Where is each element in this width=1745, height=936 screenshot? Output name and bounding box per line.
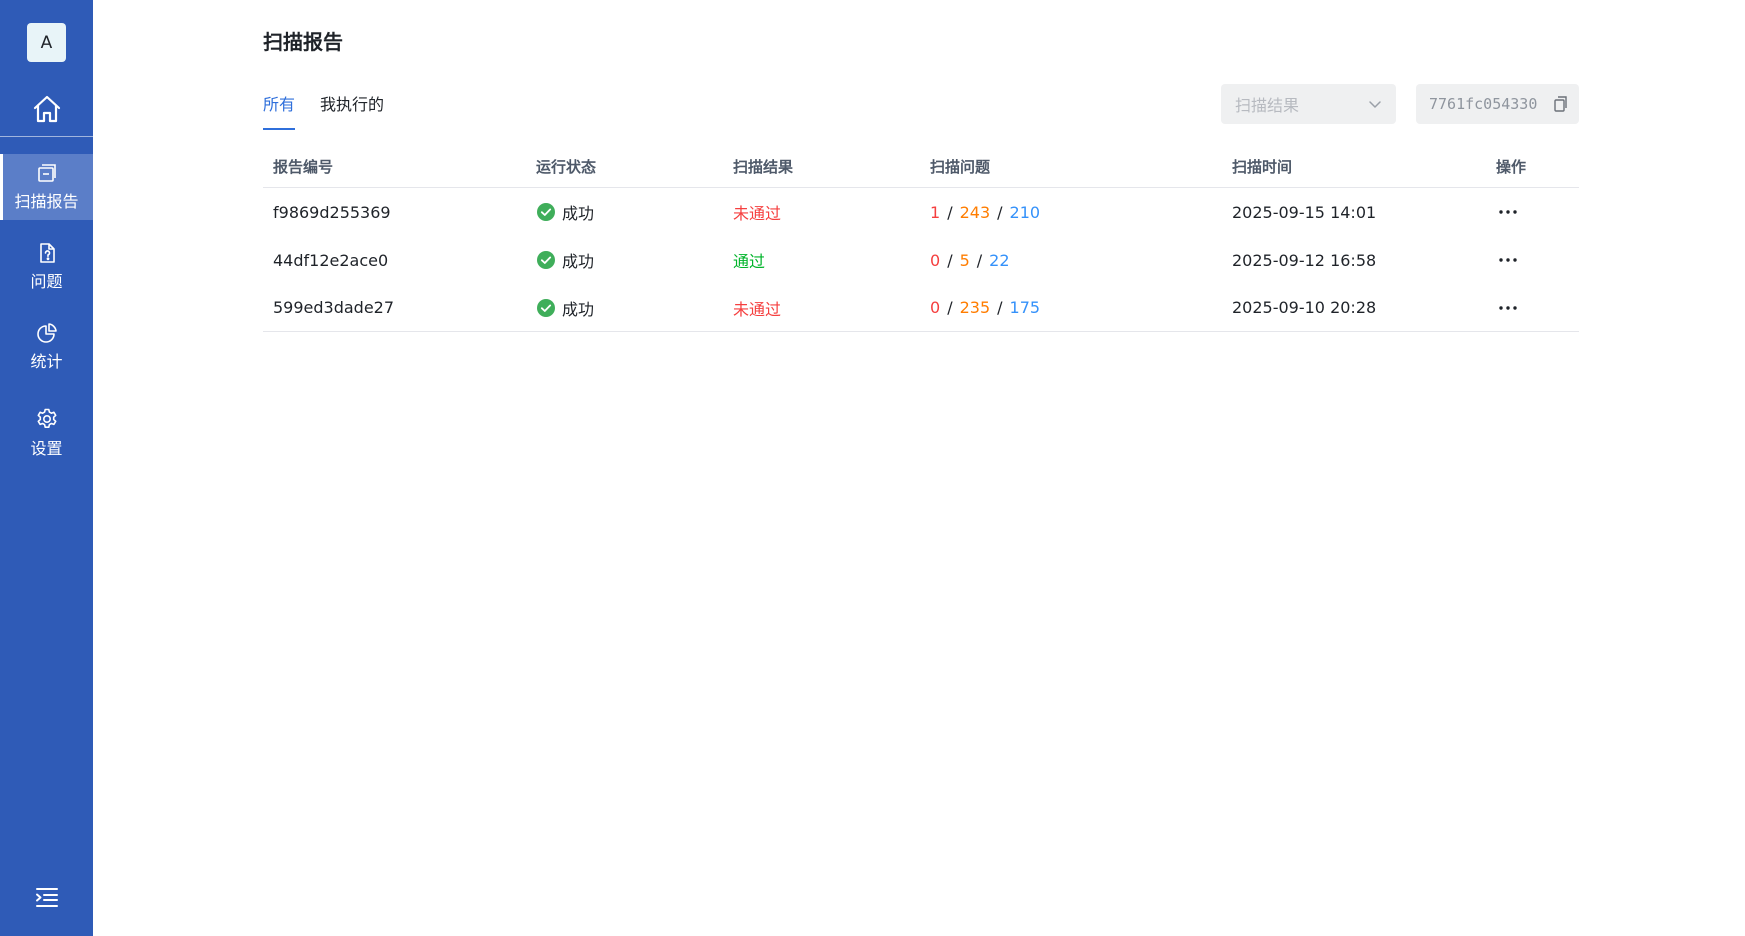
scan-time: 2025-09-15 14:01: [1232, 202, 1377, 222]
home-icon: [33, 95, 60, 123]
menu-indent-icon: [35, 888, 58, 907]
scan-result-fail: 未通过: [733, 299, 782, 319]
issue-count-low: 175: [1009, 298, 1041, 317]
run-status-label: 成功: [562, 299, 595, 319]
row-actions: [1496, 188, 1520, 236]
issue-separator: /: [997, 202, 1003, 222]
scan-time: 2025-09-10 20:28: [1232, 298, 1377, 317]
more-icon[interactable]: [1496, 298, 1520, 318]
check-circle-icon: [536, 298, 556, 318]
run-status: 成功: [536, 284, 594, 331]
report-id[interactable]: f9869d255369: [273, 188, 391, 236]
header-scan-result: 扫描结果: [733, 158, 794, 176]
issue-count-high: 0: [930, 250, 941, 270]
check-circle-icon: [536, 202, 556, 222]
more-icon[interactable]: [1496, 250, 1520, 270]
issue-count-high: 1: [930, 202, 941, 222]
header-scan-issues: 扫描问题: [930, 158, 991, 176]
avatar-letter: A: [40, 32, 53, 53]
sidebar-item-label: 问题: [30, 272, 63, 291]
row-actions: [1496, 236, 1520, 284]
sidebar-item-label: 设置: [30, 439, 63, 458]
table-row[interactable]: f9869d255369 成功 未通过 1 / 243 / 210 2025-09-15…: [263, 188, 1579, 236]
issue-separator: /: [947, 298, 953, 317]
row-actions: [1496, 284, 1520, 331]
scan-time: 2025-09-12 16:58: [1232, 250, 1377, 270]
issue-separator: /: [976, 250, 983, 270]
run-status: 成功: [536, 236, 594, 284]
issue-separator: /: [997, 298, 1003, 317]
sidebar-divider: [0, 136, 93, 137]
tab-bar: 所有 我执行的: [263, 92, 384, 130]
sidebar-item-scan-report[interactable]: 扫描报告: [0, 154, 93, 220]
home-button[interactable]: [0, 88, 93, 130]
header-operations: 操作: [1496, 158, 1527, 176]
commit-hash-field[interactable]: 7761fc054330: [1416, 84, 1579, 124]
issue-count-mid: 235: [959, 298, 991, 317]
check-circle-icon: [536, 250, 556, 270]
issue-count-mid: 243: [959, 202, 991, 222]
scan-issues: 0 / 5 / 22: [930, 236, 1010, 284]
scan-result-placeholder: 扫描结果: [1235, 96, 1300, 115]
app-root: A 扫描报告 问题 统计 设置 扫描报告 所有 我执行的 扫描结果 7761fc…: [0, 0, 1745, 936]
scan-result-pass: 通过: [733, 252, 766, 271]
issue-count-low: 22: [989, 250, 1010, 270]
copy-icon[interactable]: [1552, 96, 1567, 112]
more-icon[interactable]: [1496, 202, 1520, 222]
run-status-label: 成功: [562, 252, 595, 271]
sidebar-item-label: 统计: [30, 352, 63, 371]
issue-count-high: 0: [930, 298, 941, 317]
table-row[interactable]: 599ed3dade27 成功 未通过 0 / 235 / 175 2025-09-10…: [263, 284, 1579, 332]
report-id[interactable]: 599ed3dade27: [273, 284, 394, 331]
sidebar: A 扫描报告 问题 统计 设置: [0, 0, 93, 936]
run-status-label: 成功: [562, 204, 595, 223]
issue-separator: /: [947, 250, 953, 270]
commit-hash-text: 7761fc054330: [1429, 95, 1538, 113]
scan-result-fail: 未通过: [733, 204, 782, 223]
issue-count-mid: 5: [959, 250, 970, 270]
tab-mine[interactable]: 我执行的: [320, 92, 384, 130]
sidebar-item-stats[interactable]: 统计: [0, 314, 93, 380]
report-id[interactable]: 44df12e2ace0: [273, 236, 388, 284]
issue-count-low: 210: [1009, 202, 1041, 222]
header-scan-time: 扫描时间: [1232, 158, 1293, 176]
run-status: 成功: [536, 188, 594, 236]
sidebar-item-settings[interactable]: 设置: [0, 400, 93, 466]
table-row[interactable]: 44df12e2ace0 成功 通过 0 / 5 / 22 2025-09-12 16:…: [263, 236, 1579, 284]
sidebar-item-label: 扫描报告: [14, 192, 79, 211]
report-icon: [37, 164, 56, 182]
header-report-id: 报告编号: [273, 158, 334, 176]
issue-separator: /: [947, 202, 953, 222]
page-title: 扫描报告: [263, 30, 343, 54]
gear-icon: [37, 408, 56, 428]
pie-chart-icon: [36, 323, 57, 343]
collapse-sidebar-button[interactable]: [0, 882, 93, 912]
report-table: 报告编号 运行状态 扫描结果 扫描问题 扫描时间 操作 f9869d255369…: [263, 146, 1579, 332]
scan-issues: 0 / 235 / 175: [930, 284, 1040, 331]
tab-all[interactable]: 所有: [263, 92, 296, 130]
table-header-row: 报告编号 运行状态 扫描结果 扫描问题 扫描时间 操作: [263, 146, 1579, 188]
scan-result-select[interactable]: 扫描结果: [1221, 84, 1396, 124]
sidebar-item-issues[interactable]: 问题: [0, 234, 93, 300]
chevron-down-icon: [1369, 101, 1381, 108]
scan-issues: 1 / 243 / 210: [930, 188, 1040, 236]
header-run-status: 运行状态: [536, 158, 597, 176]
file-question-icon: [39, 243, 55, 263]
user-avatar[interactable]: A: [27, 23, 66, 62]
